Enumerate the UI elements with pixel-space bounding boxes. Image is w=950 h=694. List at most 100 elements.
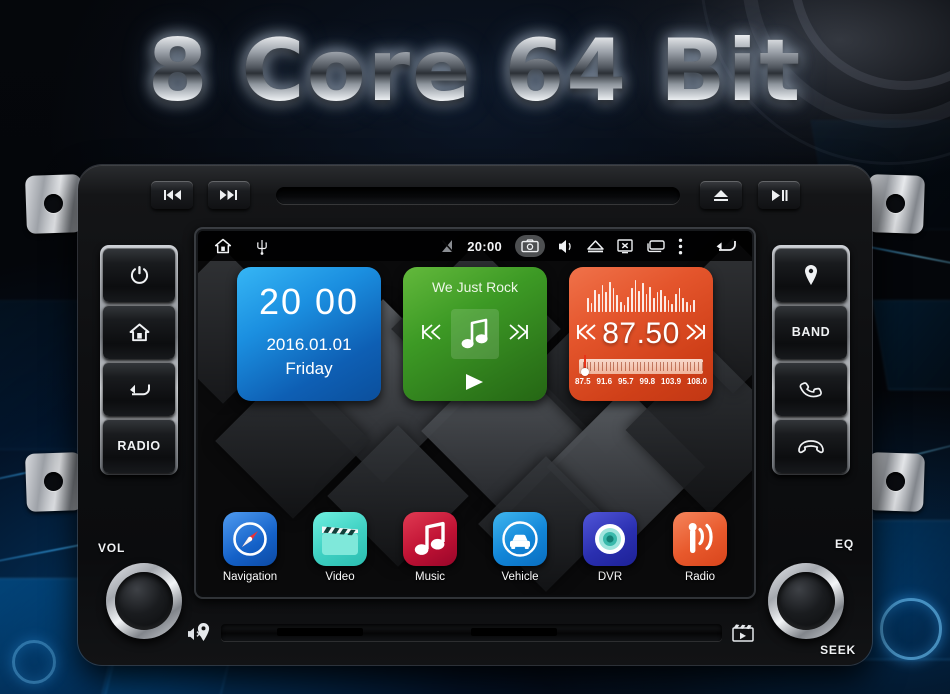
- dial-tick: [667, 362, 669, 371]
- mounting-bracket: [867, 452, 925, 512]
- unit-chassis: RADIO BAND 20:00 20 00 2016.01.01 Friday…: [78, 165, 872, 665]
- dial-tick: [605, 362, 607, 371]
- home-button[interactable]: [103, 305, 175, 359]
- screen-off-icon[interactable]: [617, 238, 633, 254]
- seek-eq-knob[interactable]: [768, 563, 844, 639]
- clock-date: 2016.01.01: [266, 335, 352, 354]
- dial-tick: [601, 362, 603, 371]
- band-button[interactable]: BAND: [775, 305, 847, 359]
- app-label: Music: [414, 571, 446, 583]
- scale-label: 103.9: [661, 377, 682, 386]
- screenshot-camera-icon[interactable]: [515, 235, 545, 257]
- volume-knob[interactable]: [106, 563, 182, 639]
- dial-tick: [674, 362, 676, 371]
- radio-frequency: 87.50: [602, 317, 680, 350]
- spectrum-bar: [590, 303, 593, 312]
- top-control-strip: [108, 177, 842, 217]
- call-end-button[interactable]: [775, 419, 847, 473]
- disc-slot[interactable]: [276, 187, 680, 204]
- app-dvr[interactable]: DVR: [576, 512, 644, 583]
- spectrum-bar: [623, 304, 626, 312]
- spectrum-bar: [686, 301, 688, 312]
- call-answer-button[interactable]: [775, 362, 847, 416]
- app-radio[interactable]: Radio: [666, 512, 734, 583]
- radio-tuning-dial[interactable]: [579, 359, 703, 374]
- play-pause-button[interactable]: [758, 181, 800, 209]
- app-vehicle[interactable]: Vehicle: [486, 512, 554, 583]
- home-icon[interactable]: [214, 238, 232, 254]
- radio-button-label: RADIO: [117, 439, 161, 453]
- location-pin-icon[interactable]: [196, 622, 211, 642]
- band-button-label: BAND: [791, 325, 831, 339]
- location-pin-icon: [803, 264, 819, 286]
- touchscreen-display[interactable]: 20:00 20 00 2016.01.01 Friday We Just Ro…: [198, 231, 752, 595]
- usb-icon[interactable]: [256, 238, 268, 255]
- music-widget[interactable]: We Just Rock: [403, 267, 547, 401]
- eject-icon: [712, 189, 730, 202]
- radio-spectrum-bars: [587, 278, 696, 312]
- spectrum-bar: [609, 282, 611, 312]
- app-label: Video: [325, 571, 355, 583]
- radio-widget[interactable]: 87.50 87.5 91.6 95.7 99.8 103.9 108.0: [569, 267, 713, 401]
- eject-button[interactable]: [700, 181, 742, 209]
- radio-tune-down-button[interactable]: [575, 321, 597, 348]
- spectrum-bar: [587, 298, 589, 312]
- mounting-bracket: [25, 174, 83, 234]
- widget-row: 20 00 2016.01.01 Friday We Just Rock 87.…: [198, 267, 752, 407]
- app-label: Navigation: [222, 571, 278, 583]
- eject-icon[interactable]: [587, 239, 604, 253]
- scale-label: 108.0: [686, 377, 707, 386]
- app-video[interactable]: Video: [306, 512, 374, 583]
- video-clapper-icon[interactable]: [732, 623, 754, 642]
- radio-frequency-scale: 87.5 91.6 95.7 99.8 103.9 108.0: [575, 377, 707, 386]
- scale-label: 91.6: [596, 377, 613, 386]
- prev-track-button[interactable]: [151, 181, 193, 209]
- overflow-menu-icon[interactable]: [678, 238, 683, 255]
- spectrum-bar: [656, 292, 659, 312]
- spectrum-bar: [616, 295, 619, 312]
- left-button-column: RADIO: [100, 245, 178, 475]
- dial-tick: [655, 362, 657, 371]
- radio-button[interactable]: RADIO: [103, 419, 175, 473]
- camera-lens-icon: [583, 512, 637, 566]
- antenna-icon: [673, 512, 727, 566]
- scale-label: 95.7: [618, 377, 634, 386]
- spectrum-bar: [649, 286, 652, 312]
- dial-tick: [644, 362, 646, 371]
- music-next-button[interactable]: [508, 321, 530, 348]
- dial-tick: [621, 362, 623, 371]
- recents-icon[interactable]: [646, 239, 665, 253]
- power-button[interactable]: [103, 248, 175, 302]
- volume-knob-label: VOL: [98, 541, 126, 555]
- secondary-disc-slot[interactable]: [221, 623, 722, 641]
- dial-tick: [590, 362, 592, 371]
- radio-tune-up-button[interactable]: [685, 321, 707, 348]
- back-icon[interactable]: [714, 238, 738, 254]
- music-track-title: We Just Rock: [431, 279, 519, 295]
- music-prev-button[interactable]: [420, 321, 442, 348]
- status-bar-time: 20:00: [467, 238, 502, 254]
- clock-widget[interactable]: 20 00 2016.01.01 Friday: [237, 267, 381, 401]
- music-play-button[interactable]: [403, 372, 547, 392]
- dial-tick: [686, 362, 688, 371]
- dial-tick: [613, 362, 615, 371]
- navigation-button[interactable]: [775, 248, 847, 302]
- scale-label: 99.8: [639, 377, 656, 386]
- clapper-icon: [313, 512, 367, 566]
- car-icon: [493, 512, 547, 566]
- next-track-button[interactable]: [208, 181, 250, 209]
- spectrum-bar: [645, 293, 648, 312]
- app-music[interactable]: Music: [396, 512, 464, 583]
- app-navigation[interactable]: Navigation: [216, 512, 284, 583]
- volume-icon[interactable]: [558, 239, 574, 254]
- spectrum-bar: [660, 289, 663, 312]
- power-icon: [130, 265, 149, 285]
- spectrum-bar: [671, 303, 674, 312]
- dial-tick: [598, 362, 600, 371]
- dial-tick: [701, 362, 703, 371]
- back-button[interactable]: [103, 362, 175, 416]
- music-note-icon: [403, 512, 457, 566]
- dial-tick: [663, 362, 665, 371]
- dial-tick: [682, 362, 684, 371]
- mounting-bracket: [867, 174, 925, 234]
